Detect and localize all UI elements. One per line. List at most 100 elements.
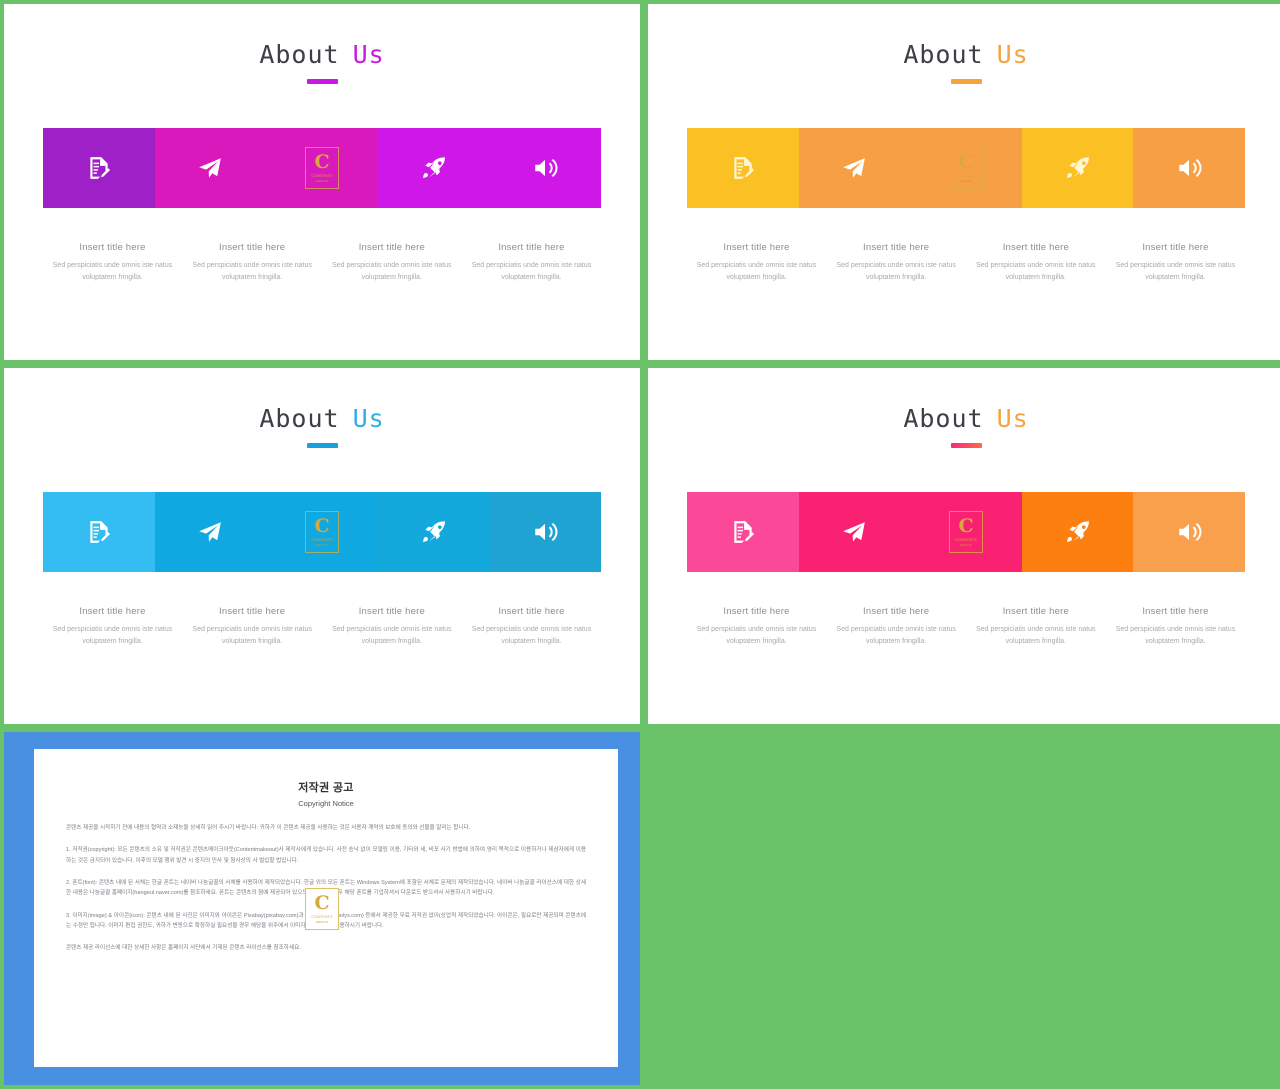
caption-body: Sed perspiciatis unde omnis iste natus v… [696,262,817,281]
caption-item: Insert title here Sed perspiciatis unde o… [462,606,601,647]
caption-body: Sed perspiciatis unde omnis iste natus v… [332,262,452,281]
bar-segment-3[interactable] [266,128,378,208]
caption-item: Insert title here Sed perspiciatis unde o… [827,242,966,283]
slide-pink[interactable]: About Us C CONTENTS DESIGN Insert title … [648,368,1280,724]
page-title: About Us [259,406,384,431]
caption-item: Insert title here Sed perspiciatis unde o… [827,606,966,647]
caption-title: Insert title here [1002,606,1069,617]
caption-item: Insert title here Sed perspiciatis unde o… [183,242,322,283]
caption-title: Insert title here [1142,606,1209,617]
caption-row: Insert title here Sed perspiciatis unde o… [687,606,1245,647]
caption-body: Sed perspiciatis unde omnis iste natus v… [332,626,452,645]
caption-title: Insert title here [219,606,286,617]
slide-title-block: About Us [259,406,384,448]
bar-segment-4[interactable] [377,492,490,572]
bar-segment-5[interactable] [489,492,601,572]
caption-body: Sed perspiciatis unde omnis iste natus v… [471,262,592,281]
slide-copyright-notice[interactable]: 저작권 공고 Copyright Notice 콘텐츠 제공을 시작하기 전에 … [4,732,640,1085]
bar-segment-3[interactable] [910,492,1022,572]
caption-title: Insert title here [723,242,790,253]
caption-title: Insert title here [498,606,565,617]
bar-segment-2[interactable] [798,492,911,572]
icon-color-bar: C CONTENTS DESIGN [687,128,1245,208]
speaker-icon [532,519,558,545]
caption-row: Insert title here Sed perspiciatis unde o… [687,242,1245,283]
caption-body: Sed perspiciatis unde omnis iste natus v… [696,626,817,645]
title-prefix: About [903,404,984,433]
bar-segment-2[interactable] [154,128,267,208]
bar-segment-2[interactable] [154,492,267,572]
document-edit-icon [86,519,112,545]
caption-body: Sed perspiciatis unde omnis iste natus v… [976,262,1096,281]
bar-segment-5[interactable] [1133,128,1245,208]
bar-segment-1[interactable] [687,128,799,208]
caption-item: Insert title here Sed perspiciatis unde o… [322,606,461,647]
caption-item: Insert title here Sed perspiciatis unde o… [43,242,182,283]
caption-item: Insert title here Sed perspiciatis unde o… [687,242,826,283]
bar-segment-4[interactable] [1021,492,1134,572]
caption-item: Insert title here Sed perspiciatis unde o… [462,242,601,283]
caption-item: Insert title here Sed perspiciatis unde o… [687,606,826,647]
title-underline-bar [306,443,338,448]
icon-color-bar: C CONTENTS DESIGN [43,128,601,208]
caption-title: Insert title here [79,606,146,617]
caption-body: Sed perspiciatis unde omnis iste natus v… [1115,626,1236,645]
title-prefix: About [259,404,340,433]
caption-item: Insert title here Sed perspiciatis unde o… [183,606,322,647]
copyright-subtitle: Copyright Notice [298,799,354,808]
copyright-title: 저작권 공고 [298,782,354,794]
bar-segment-4[interactable] [1021,128,1134,208]
bar-segment-5[interactable] [1133,492,1245,572]
title-underline-bar [950,443,982,448]
title-underline-bar [306,79,338,84]
speaker-icon [532,155,558,181]
caption-body: Sed perspiciatis unde omnis iste natus v… [836,626,956,645]
bar-segment-1[interactable] [43,492,155,572]
bar-segment-1[interactable] [43,128,155,208]
paper-plane-icon [841,519,867,545]
bar-segment-5[interactable] [489,128,601,208]
slide-blue[interactable]: About Us C CONTENTS DESIGN Insert title … [4,368,640,724]
caption-title: Insert title here [498,242,565,253]
rocket-icon [1065,155,1091,181]
page-title: About Us [903,406,1028,431]
contents-logo-watermark: C CONTENTS DESIGN [305,887,339,930]
bar-segment-4[interactable] [377,128,490,208]
icon-color-bar: C CONTENTS DESIGN [43,492,601,572]
bar-segment-3[interactable] [266,492,378,572]
bar-segment-2[interactable] [798,128,911,208]
caption-body: Sed perspiciatis unde omnis iste natus v… [836,262,956,281]
slide-title-block: About Us [259,42,384,84]
paper-plane-icon [197,519,223,545]
caption-item: Insert title here Sed perspiciatis unde o… [966,606,1105,647]
copyright-paragraph: 콘텐츠 제공 라이선스에 대한 상세한 사항은 홈페이지 사단에서 기재된 콘텐… [66,945,301,952]
slide-purple[interactable]: About Us C CONTENTS DESIGN Insert title … [4,4,640,360]
document-edit-icon [86,155,112,181]
copyright-paragraph: 1. 저작권(copyright): 모든 콘텐츠의 소유 및 저작권은 콘텐츠… [66,847,586,864]
caption-body: Sed perspiciatis unde omnis iste natus v… [192,626,312,645]
rocket-icon [1065,519,1091,545]
document-edit-icon [730,155,756,181]
caption-body: Sed perspiciatis unde omnis iste natus v… [471,626,592,645]
caption-item: Insert title here Sed perspiciatis unde o… [322,242,461,283]
caption-row: Insert title here Sed perspiciatis unde o… [43,606,601,647]
bar-segment-1[interactable] [687,492,799,572]
title-accent: Us [996,40,1029,69]
watermark-line2: DESIGN [315,919,329,924]
slide-orange[interactable]: About Us C CONTENTS DESIGN Insert title … [648,4,1280,360]
copyright-paragraph: 콘텐츠 제공을 시작하기 전에 내용의 협약과 소재능을 상세히 읽어 주시기 … [66,825,471,831]
caption-body: Sed perspiciatis unde omnis iste natus v… [1115,262,1236,281]
paper-plane-icon [841,155,867,181]
icon-color-bar: C CONTENTS DESIGN [687,492,1245,572]
page-title: About Us [259,42,384,67]
bar-segment-3[interactable] [910,128,1022,208]
paper-plane-icon [197,155,223,181]
caption-body: Sed perspiciatis unde omnis iste natus v… [52,262,173,281]
caption-item: Insert title here Sed perspiciatis unde o… [43,606,182,647]
caption-title: Insert title here [723,606,790,617]
caption-title: Insert title here [358,242,425,253]
watermark-letter: C [314,891,330,914]
caption-title: Insert title here [863,606,930,617]
speaker-icon [1176,519,1202,545]
title-underline-bar [950,79,982,84]
